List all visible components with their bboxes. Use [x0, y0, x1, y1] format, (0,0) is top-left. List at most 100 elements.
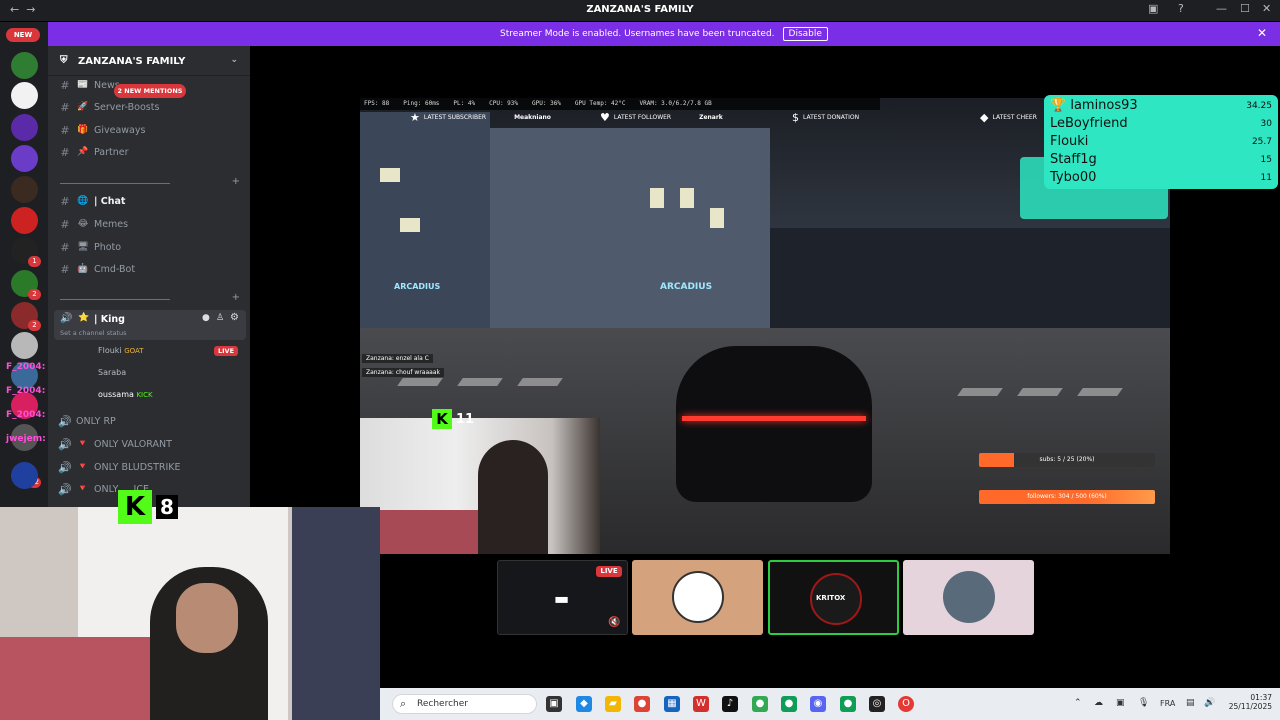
chrome-icon[interactable]: ● — [781, 696, 797, 712]
file-explorer-icon[interactable]: ▰ — [605, 696, 621, 712]
copilot-icon[interactable]: ◆ — [576, 696, 592, 712]
add-user-icon[interactable]: ♙ — [216, 313, 224, 323]
title-bar: ← → ZANZANA'S FAMILY ▣ ? — ☐ ✕ — [0, 0, 1280, 21]
muted-icon[interactable]: 🔇 — [608, 617, 620, 628]
monitor-icon: ▬ — [554, 589, 570, 608]
new-badge[interactable]: NEW — [6, 28, 40, 42]
maximize-button[interactable]: ☐ — [1240, 2, 1250, 15]
microphone-icon[interactable]: 🎙 — [1138, 698, 1149, 708]
user-tag: GOAT — [124, 347, 144, 355]
trophy-icon: 🏆 — [1050, 98, 1067, 113]
channel-photo[interactable]: # 🖥 Photo — [56, 238, 246, 256]
app-icon[interactable]: W — [693, 696, 709, 712]
channel-label: ONLY VALORANT — [94, 438, 172, 450]
voice-channel-only-valorant[interactable]: 🔊 🔻 ONLY VALORANT — [56, 435, 246, 453]
overlay-name: jwejem: — [6, 434, 46, 444]
voice-channel-only-rp[interactable]: 🔊 ONLY RP — [56, 412, 246, 430]
hash-icon: # — [60, 262, 70, 276]
channel-emoji: 😂 — [77, 219, 89, 229]
voice-user[interactable]: Saraba — [98, 368, 126, 377]
store-icon[interactable]: ▦ — [664, 696, 680, 712]
channel-emoji: 🤖 — [77, 264, 89, 274]
tiktok-icon[interactable]: ♪ — [722, 696, 738, 712]
disable-button[interactable]: Disable — [782, 27, 828, 41]
chat-icon[interactable]: ● — [202, 313, 210, 323]
obs-icon[interactable]: ◎ — [869, 696, 885, 712]
category-divider[interactable]: + — [60, 176, 240, 188]
chrome-icon[interactable]: ● — [840, 696, 856, 712]
clock-date: 25/11/2025 — [1228, 702, 1272, 711]
channel-emoji: 📌 — [77, 147, 89, 157]
gear-icon[interactable]: ⚙ — [230, 312, 239, 323]
language-indicator[interactable]: FRA — [1160, 699, 1175, 708]
avatar — [672, 571, 724, 623]
channel-server-boosts[interactable]: # 🚀 Server-Boosts — [56, 98, 246, 116]
server-name: ZANZANA'S FAMILY — [78, 56, 186, 67]
star-icon: ★ — [410, 110, 420, 124]
channel-emoji: 🚀 — [77, 102, 89, 112]
chevron-up-icon[interactable]: ⌃ — [1074, 698, 1082, 708]
channel-emoji: 🌐 — [77, 196, 89, 206]
minimize-button[interactable]: — — [1216, 2, 1227, 15]
latest-donation: $ LATEST DONATION — [792, 110, 860, 124]
server-icon[interactable] — [11, 145, 38, 172]
chrome-icon[interactable]: ● — [752, 696, 768, 712]
participant-tile[interactable]: KRITOX — [768, 560, 899, 635]
server-icon[interactable] — [11, 207, 38, 234]
voice-channel-king[interactable]: 🔊 ⭐ | King Set a channel status ● ♙ ⚙ — [54, 310, 246, 340]
channel-memes[interactable]: # 😂 Memes — [56, 215, 246, 233]
category-divider[interactable]: + — [60, 292, 240, 304]
opera-icon[interactable]: O — [898, 696, 914, 712]
server-icon[interactable] — [11, 176, 38, 203]
server-icon[interactable] — [11, 52, 38, 79]
speaker-icon: 🔊 — [60, 313, 73, 324]
car — [676, 346, 872, 502]
server-header[interactable]: ⛨ ZANZANA'S FAMILY ⌄ — [48, 46, 250, 76]
channel-giveaways[interactable]: # 🎁 Giveaways — [56, 121, 246, 139]
diamond-icon: ◆ — [980, 110, 989, 124]
participant-tile[interactable] — [632, 560, 763, 635]
channel-chat[interactable]: # 🌐 | Chat — [56, 192, 246, 210]
plus-icon[interactable]: + — [232, 176, 240, 187]
taskbar-search[interactable]: ⌕ Rechercher — [392, 694, 537, 714]
channel-label: | Chat — [94, 195, 126, 207]
avatar — [943, 571, 995, 623]
help-icon[interactable]: ? — [1178, 2, 1184, 15]
participant-tile[interactable] — [903, 560, 1034, 635]
chevron-down-icon[interactable]: ⌄ — [230, 55, 238, 65]
channel-partner[interactable]: # 📌 Partner — [56, 143, 246, 161]
volume-icon[interactable]: 🔊 — [1204, 698, 1215, 708]
overlay-chat-message: Zanzana: enzel ala C — [362, 354, 433, 363]
voice-channel-only-bludstrike[interactable]: 🔊 🔻 ONLY BLUDSTRIKE — [56, 458, 246, 476]
chrome-icon[interactable]: ● — [634, 696, 650, 712]
cloud-icon[interactable]: ☁ — [1094, 698, 1103, 708]
channel-status[interactable]: Set a channel status — [60, 329, 127, 337]
voice-user[interactable]: oussama KICK — [98, 390, 153, 399]
server-icon[interactable] — [11, 82, 38, 109]
voice-channel-name: | King — [94, 314, 125, 325]
discord-icon[interactable]: ◉ — [810, 696, 826, 712]
server-icon[interactable] — [11, 462, 38, 489]
close-icon[interactable]: ✕ — [1257, 26, 1267, 40]
channel-label: Memes — [94, 218, 129, 230]
plus-icon[interactable]: + — [232, 292, 240, 303]
server-icon[interactable] — [11, 114, 38, 141]
banner-text: Streamer Mode is enabled. Usernames have… — [500, 29, 775, 39]
clock[interactable]: 01:37 25/11/2025 — [1222, 693, 1272, 711]
hash-icon: # — [60, 145, 70, 159]
network-icon[interactable]: ▤ — [1186, 698, 1195, 708]
channel-label: Giveaways — [94, 124, 146, 136]
new-mentions-badge[interactable]: 2 NEW MENTIONS — [114, 84, 186, 98]
webcam-feed — [0, 507, 380, 720]
sign-text: ARCADIUS — [660, 282, 713, 292]
voice-user[interactable]: Flouki GOAT — [98, 346, 144, 355]
hash-icon: # — [60, 194, 70, 208]
task-view-icon[interactable]: ▣ — [546, 696, 562, 712]
tray-icon[interactable]: ▣ — [1116, 698, 1125, 708]
close-window-button[interactable]: ✕ — [1262, 2, 1271, 15]
inbox-icon[interactable]: ▣ — [1148, 2, 1158, 15]
shield-icon: ⛨ — [60, 55, 68, 66]
window-title: ZANZANA'S FAMILY — [586, 4, 694, 15]
leaderboard-row: 🏆 laminos93 34.25 — [1050, 98, 1272, 113]
channel-cmd-bot[interactable]: # 🤖 Cmd-Bot — [56, 260, 246, 278]
